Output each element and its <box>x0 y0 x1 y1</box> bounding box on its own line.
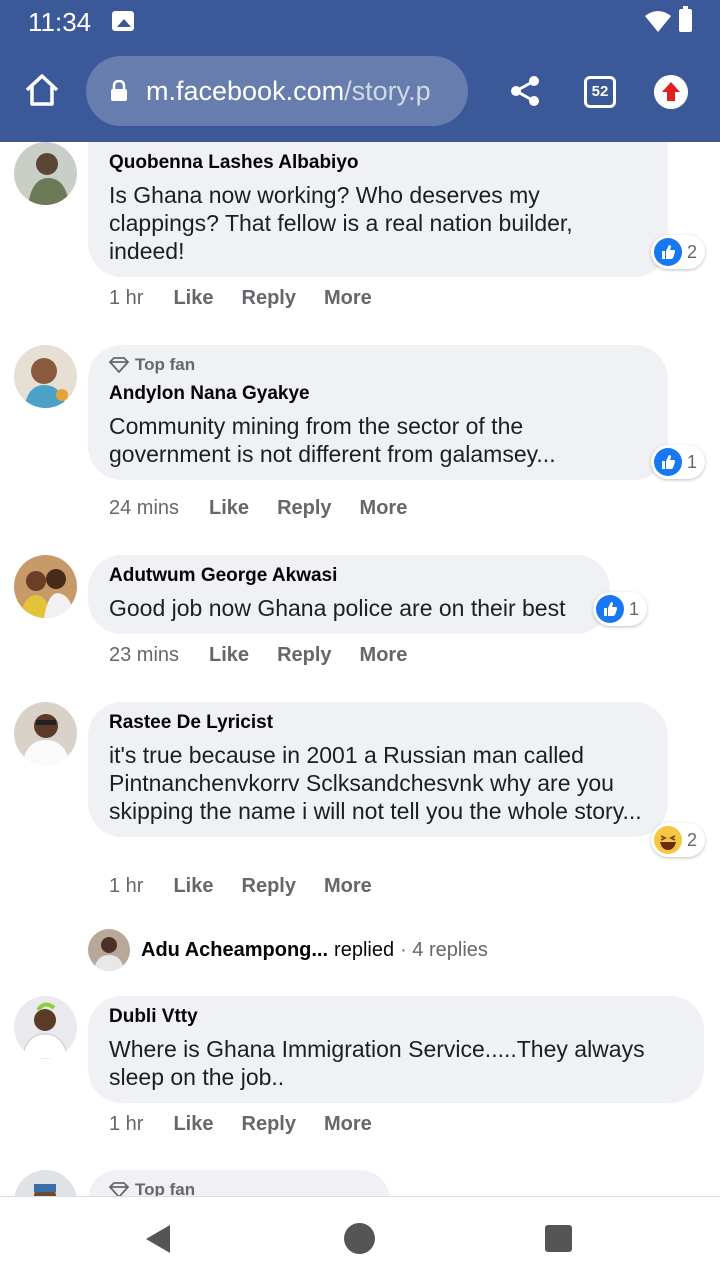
comment-actions: 1 hr Like Reply More <box>109 287 400 310</box>
view-replies-link[interactable]: Adu Acheampong... replied · 4 replies <box>88 929 488 971</box>
recent-apps-icon[interactable] <box>545 1225 572 1252</box>
comment-text: Is Ghana now working? Who deserves my cl… <box>109 182 573 264</box>
more-button[interactable]: More <box>324 287 372 310</box>
wifi-icon <box>645 11 671 32</box>
reply-author[interactable]: Adu Acheampong... <box>141 939 328 962</box>
reaction-count: 2 <box>687 829 698 850</box>
comment-text: Good job now Ghana police are on their b… <box>109 595 566 621</box>
reaction-count: 1 <box>629 598 640 619</box>
top-fan-label: Top fan <box>135 355 196 374</box>
comment-bubble: Dubli Vtty Where is Ghana Immigration Se… <box>88 996 704 1103</box>
battery-icon <box>679 6 692 32</box>
comment-author[interactable]: Rastee De Lyricist <box>109 712 648 734</box>
comment-bubble: Rastee De Lyricist it's true because in … <box>88 702 668 837</box>
comment-text: Where is Ghana Immigration Service.....T… <box>109 1036 645 1090</box>
comment-bubble: Adutwum George Akwasi Good job now Ghana… <box>88 555 610 634</box>
like-reaction-icon <box>596 595 624 623</box>
top-fan-label: Top fan <box>135 1180 196 1196</box>
comment-author[interactable]: Quobenna Lashes Albabiyo <box>109 152 648 174</box>
system-nav-bar <box>0 1196 720 1280</box>
home-icon[interactable] <box>22 70 62 110</box>
update-icon[interactable] <box>654 75 688 109</box>
reaction-count: 1 <box>687 451 698 472</box>
comment-author[interactable]: Adutwum George Akwasi <box>109 565 590 587</box>
like-button[interactable]: Like <box>209 497 249 520</box>
like-button[interactable]: Like <box>173 287 213 310</box>
comment-time[interactable]: 1 hr <box>109 875 143 898</box>
reply-count: · 4 replies <box>400 938 488 961</box>
comment-author[interactable]: Andylon Nana Gyakye <box>109 383 648 405</box>
like-reaction-icon <box>654 238 682 266</box>
reaction-summary[interactable]: 1 <box>593 592 648 626</box>
avatar[interactable] <box>14 1170 77 1196</box>
avatar[interactable] <box>14 555 77 618</box>
avatar[interactable] <box>14 345 77 408</box>
more-button[interactable]: More <box>360 644 408 667</box>
back-icon[interactable] <box>146 1225 170 1253</box>
reply-button[interactable]: Reply <box>242 875 296 898</box>
reaction-count: 2 <box>687 241 698 262</box>
avatar[interactable] <box>14 702 77 765</box>
comment-time[interactable]: 1 hr <box>109 287 143 310</box>
status-time: 11:34 <box>28 7 92 37</box>
status-bar: 11:34 <box>0 0 720 44</box>
comment-time[interactable]: 1 hr <box>109 1113 143 1136</box>
more-button[interactable]: More <box>324 875 372 898</box>
reply-button[interactable]: Reply <box>242 287 296 310</box>
comments-feed: Quobenna Lashes Albabiyo Is Ghana now wo… <box>0 142 720 1196</box>
diamond-icon <box>109 357 129 373</box>
address-bar[interactable]: m.facebook.com/story.p <box>86 56 468 126</box>
tabs-icon[interactable]: 52 <box>584 76 616 108</box>
browser-header: 11:34 m.facebook.com/story.p 52 <box>0 0 720 142</box>
comment-bubble: Quobenna Lashes Albabiyo Is Ghana now wo… <box>88 142 668 277</box>
comment-text: Community mining from the sector of the … <box>109 413 556 467</box>
more-button[interactable]: More <box>324 1113 372 1136</box>
url-text[interactable]: m.facebook.com/story.p <box>146 76 456 107</box>
lock-icon <box>111 80 127 101</box>
comment-bubble: Top fan Andylon Nana Gyakye Community mi… <box>88 345 668 480</box>
comment-actions: 24 mins Like Reply More <box>109 497 435 520</box>
url-domain: m.facebook.com <box>146 76 345 106</box>
top-fan-badge: Top fan <box>109 355 648 375</box>
like-button[interactable]: Like <box>173 875 213 898</box>
reaction-summary[interactable]: 1 <box>651 445 706 479</box>
avatar[interactable] <box>14 996 77 1059</box>
comment-actions: 1 hr Like Reply More <box>109 1113 400 1136</box>
reply-button[interactable]: Reply <box>242 1113 296 1136</box>
comment-author[interactable]: Dubli Vtty <box>109 1006 684 1028</box>
comment-actions: 23 mins Like Reply More <box>109 644 435 667</box>
avatar[interactable] <box>14 142 77 205</box>
like-button[interactable]: Like <box>209 644 249 667</box>
reply-action: replied <box>334 938 395 961</box>
top-fan-badge: Top fan <box>109 1180 370 1196</box>
home-circle-icon[interactable] <box>344 1223 375 1254</box>
url-path: /story.p <box>344 76 431 106</box>
comment-actions: 1 hr Like Reply More <box>109 875 400 898</box>
like-reaction-icon <box>654 448 682 476</box>
reply-button[interactable]: Reply <box>277 497 331 520</box>
diamond-icon <box>109 1182 129 1196</box>
reply-button[interactable]: Reply <box>277 644 331 667</box>
comment-text: it's true because in 2001 a Russian man … <box>109 742 642 824</box>
image-notification-icon <box>112 11 134 31</box>
avatar <box>88 929 130 971</box>
share-icon[interactable] <box>508 74 542 108</box>
like-button[interactable]: Like <box>173 1113 213 1136</box>
reaction-summary[interactable]: 2 <box>651 235 706 269</box>
comment-time[interactable]: 24 mins <box>109 497 179 520</box>
haha-reaction-icon <box>654 826 682 854</box>
comment-time[interactable]: 23 mins <box>109 644 179 667</box>
comment-bubble: Top fan <box>88 1170 390 1196</box>
reaction-summary[interactable]: 2 <box>651 823 706 857</box>
more-button[interactable]: More <box>360 497 408 520</box>
